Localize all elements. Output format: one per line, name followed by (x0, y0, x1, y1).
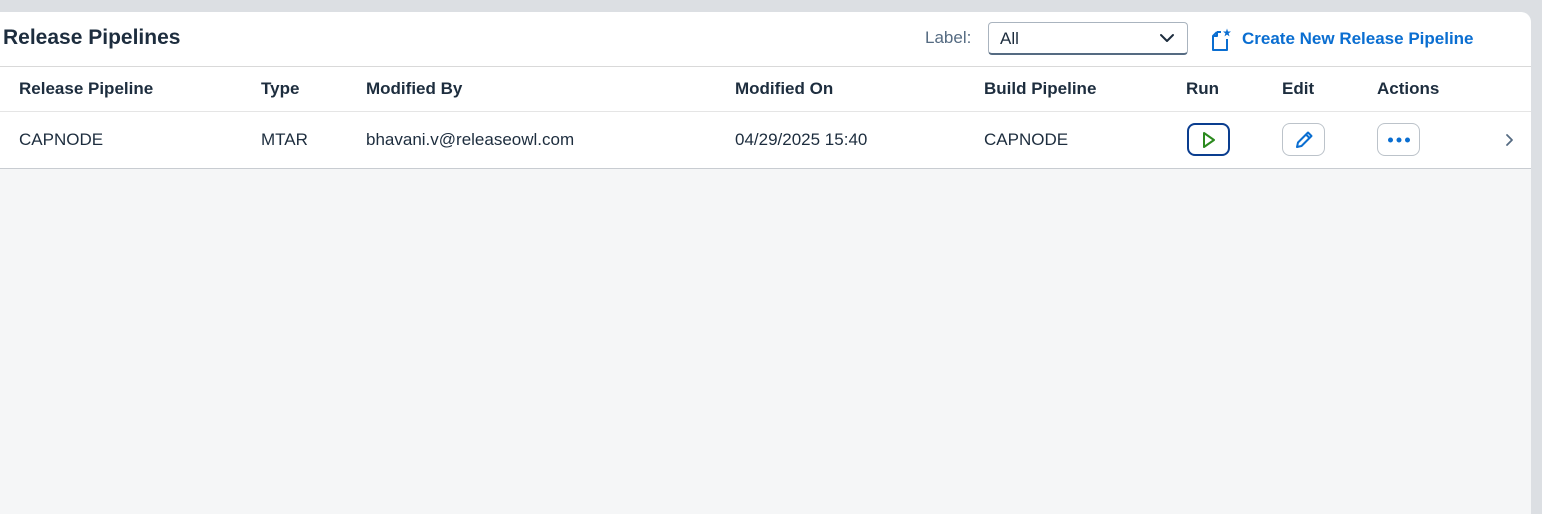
table-header: Release Pipeline Type Modified By Modifi… (0, 67, 1531, 112)
page-title: Release Pipelines (3, 26, 181, 49)
column-header-build-pipeline[interactable]: Build Pipeline (984, 79, 1096, 99)
cell-modified-by: bhavani.v@releaseowl.com (366, 130, 575, 149)
column-header-modified-by[interactable]: Modified By (366, 79, 462, 99)
create-release-pipeline-button[interactable]: Create New Release Pipeline (1210, 26, 1474, 52)
table-row[interactable]: CAPNODE MTAR bhavani.v@releaseowl.com 04… (0, 112, 1531, 169)
column-header-edit: Edit (1282, 79, 1315, 98)
pencil-icon (1295, 131, 1312, 148)
column-header-modified-on[interactable]: Modified On (735, 79, 833, 99)
actions-button[interactable] (1377, 123, 1420, 156)
more-horizontal-icon (1387, 137, 1410, 142)
cell-type: MTAR (261, 130, 308, 149)
column-header-run: Run (1186, 79, 1220, 98)
label-filter-select[interactable]: All (988, 22, 1188, 55)
release-pipelines-table: Release Pipeline Type Modified By Modifi… (0, 67, 1531, 169)
column-header-release-pipeline[interactable]: Release Pipeline (19, 79, 153, 99)
column-header-actions: Actions (1377, 79, 1440, 98)
create-document-icon (1212, 28, 1231, 51)
toolbar: Release Pipelines Label: All Create New … (0, 12, 1531, 67)
main-panel: Release Pipelines Label: All Create New … (0, 12, 1531, 514)
edit-button[interactable] (1282, 123, 1325, 156)
label-filter-label: Label: (925, 28, 972, 47)
column-header-type[interactable]: Type (261, 79, 299, 99)
create-release-pipeline-label: Create New Release Pipeline (1242, 29, 1474, 48)
chevron-right-icon[interactable] (1503, 132, 1515, 148)
chevron-down-icon (1160, 34, 1174, 42)
cell-release-pipeline: CAPNODE (19, 130, 104, 149)
run-button[interactable] (1187, 123, 1230, 156)
cell-modified-on: 04/29/2025 15:40 (735, 130, 868, 149)
play-icon (1202, 131, 1215, 148)
label-filter-value: All (1000, 29, 1019, 48)
cell-build-pipeline: CAPNODE (984, 130, 1069, 149)
